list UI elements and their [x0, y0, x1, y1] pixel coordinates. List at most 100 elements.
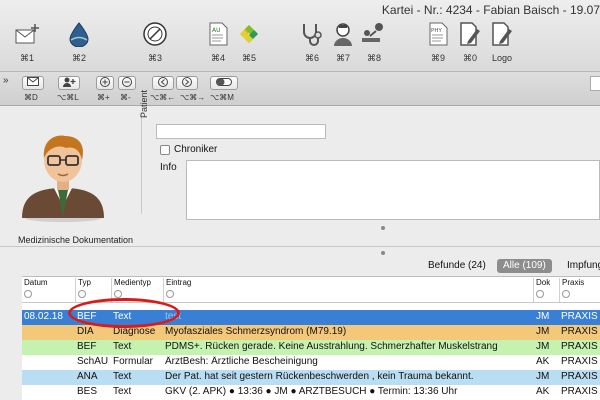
cell-dok: JM: [536, 341, 550, 352]
table-row[interactable]: BEF Text PDMS+. Rücken gerade. Keine Ausst…: [22, 340, 600, 355]
vertical-divider: [141, 114, 142, 214]
pill-small-button[interactable]: [210, 76, 238, 90]
filter-circle-icon[interactable]: [166, 290, 174, 298]
envelope-plus-icon: [12, 20, 42, 48]
tab-impfungen[interactable]: Impfungen: [561, 259, 600, 273]
split-handle[interactable]: [381, 226, 385, 230]
section-divider: [0, 246, 600, 247]
patient-label: Patient: [139, 89, 149, 118]
documentation-table: Datum Typ Medientyp Eintrag Dok Praxis 0…: [22, 276, 600, 400]
filter-circle-icon[interactable]: [536, 290, 544, 298]
tab-alle[interactable]: Alle (109): [497, 259, 552, 273]
table-row[interactable]: BES Text GKV (2. APK) ● 13:36 ● JM ● ARZTB…: [22, 385, 600, 400]
recycle-button[interactable]: ⌘5: [234, 20, 264, 64]
patient-name-field[interactable]: [156, 124, 326, 139]
cell-typ: ANA: [77, 371, 98, 382]
tab-befunde[interactable]: Befunde (24): [422, 259, 492, 273]
cell-typ: BES: [77, 386, 98, 397]
nurse-button[interactable]: ⌘7: [328, 20, 358, 64]
cell-typ: DIA: [77, 326, 94, 337]
add-person-icon: [62, 77, 76, 90]
filter-tabs: Befunde (24) Alle (109) Impfungen: [0, 256, 600, 276]
cell-eintrag: test: [165, 311, 182, 322]
forward-icon: [182, 76, 192, 90]
cell-medientyp: Text: [113, 386, 132, 397]
cell-medientyp: Text: [113, 371, 132, 382]
filter-circle-icon[interactable]: [562, 290, 570, 298]
chevron-double-icon[interactable]: »: [3, 75, 9, 86]
cell-medientyp: Text: [113, 341, 132, 352]
cell-praxis: PRAXIS: [561, 326, 598, 337]
pill-button[interactable]: ⌘3: [140, 20, 170, 64]
filter-circle-icon[interactable]: [24, 290, 32, 298]
chroniker-label: Chroniker: [174, 144, 218, 155]
cell-praxis: PRAXIS: [561, 386, 598, 397]
cell-praxis: PRAXIS: [561, 311, 598, 322]
table-row[interactable]: SchAU Formular ÄrztBesh: Ärztliche Beschei…: [22, 355, 600, 370]
cell-praxis: PRAXIS: [561, 341, 598, 352]
main-toolbar: Kartei - Nr.: 4234 - Fabian Baisch - 19.…: [0, 0, 600, 72]
info-label: Info: [160, 162, 177, 173]
forward-button[interactable]: [176, 76, 198, 90]
chroniker-checkbox[interactable]: Chroniker: [160, 144, 217, 155]
cell-dok: AK: [536, 386, 550, 397]
col-praxis[interactable]: Praxis: [560, 278, 600, 302]
new-mail-button[interactable]: ⌘1: [12, 20, 42, 64]
cell-typ: SchAU: [77, 356, 109, 367]
stethoscope-icon: [297, 20, 327, 48]
au-form-button[interactable]: AU ⌘4: [203, 20, 233, 64]
cell-eintrag: PDMS+. Rücken gerade. Keine Ausstrahlung…: [165, 341, 498, 352]
cell-dok: AK: [536, 356, 550, 367]
recycle-icon: [234, 20, 264, 48]
logo-button[interactable]: Logo: [487, 20, 517, 63]
filter-circle-icon[interactable]: [78, 290, 86, 298]
cell-typ: BEF: [77, 341, 97, 352]
cell-praxis: PRAXIS: [561, 356, 598, 367]
cell-datum: 08.02.18: [24, 311, 63, 322]
back-icon: [158, 76, 168, 90]
toolbar-search-box[interactable]: [590, 76, 600, 91]
cell-eintrag: ÄrztBesh: Ärztliche Bescheinigung: [165, 356, 318, 367]
envelope-icon: [27, 77, 39, 89]
checkbox-box[interactable]: [160, 144, 170, 155]
pill-icon: [140, 20, 170, 48]
water-drop-icon: [64, 20, 94, 48]
plus-button[interactable]: [96, 76, 114, 90]
patient-panel: Patient Chroniker Info: [0, 90, 600, 236]
mail-button[interactable]: [22, 76, 44, 90]
phy-form-button[interactable]: PHY ⌘9: [423, 20, 453, 64]
filter-circle-icon[interactable]: [114, 290, 122, 298]
info-textarea[interactable]: [186, 160, 600, 220]
cell-dok: JM: [536, 371, 550, 382]
cell-eintrag: Der Pat. hat seit gestern Rückenbeschwer…: [165, 371, 474, 382]
minus-icon: [122, 76, 132, 90]
phy-document-icon: PHY: [423, 20, 453, 48]
water-drop-button[interactable]: ⌘2: [64, 20, 94, 64]
section-title: Medizinische Dokumentation: [18, 235, 134, 245]
plus-icon: [100, 76, 110, 90]
cell-eintrag: Myofasziales Schmerzsyndrom (M79.19): [165, 326, 347, 337]
pill-icon: [216, 77, 232, 89]
patient-avatar[interactable]: [18, 126, 108, 222]
col-eintrag[interactable]: Eintrag: [164, 278, 534, 302]
cell-dok: JM: [536, 326, 550, 337]
add-person-button[interactable]: [58, 76, 80, 90]
back-button[interactable]: [152, 76, 174, 90]
therapy-icon: [359, 20, 389, 48]
au-document-icon: AU: [203, 20, 233, 48]
split-handle-2[interactable]: [381, 251, 385, 255]
stethoscope-button[interactable]: ⌘6: [297, 20, 327, 64]
minus-button[interactable]: [118, 76, 136, 90]
cell-dok: JM: [536, 311, 550, 322]
cell-medientyp: Formular: [113, 356, 154, 367]
secondary-toolbar: » ⌘D ⌥⌘L ⌘+ ⌘- ⌥⌘← ⌥⌘→ ⌥⌘M: [0, 72, 600, 106]
col-datum[interactable]: Datum: [22, 278, 76, 302]
red-annotation-ellipse: [68, 298, 180, 328]
table-row[interactable]: ANA Text Der Pat. hat seit gestern Rückenb…: [22, 370, 600, 385]
therapy-button[interactable]: ⌘8: [359, 20, 389, 64]
edit-document-icon: [455, 20, 485, 48]
nurse-icon: [328, 20, 358, 48]
col-dok[interactable]: Dok: [534, 278, 560, 302]
svg-text:AU: AU: [212, 27, 221, 34]
edit-doc-button[interactable]: ⌘0: [455, 20, 485, 64]
